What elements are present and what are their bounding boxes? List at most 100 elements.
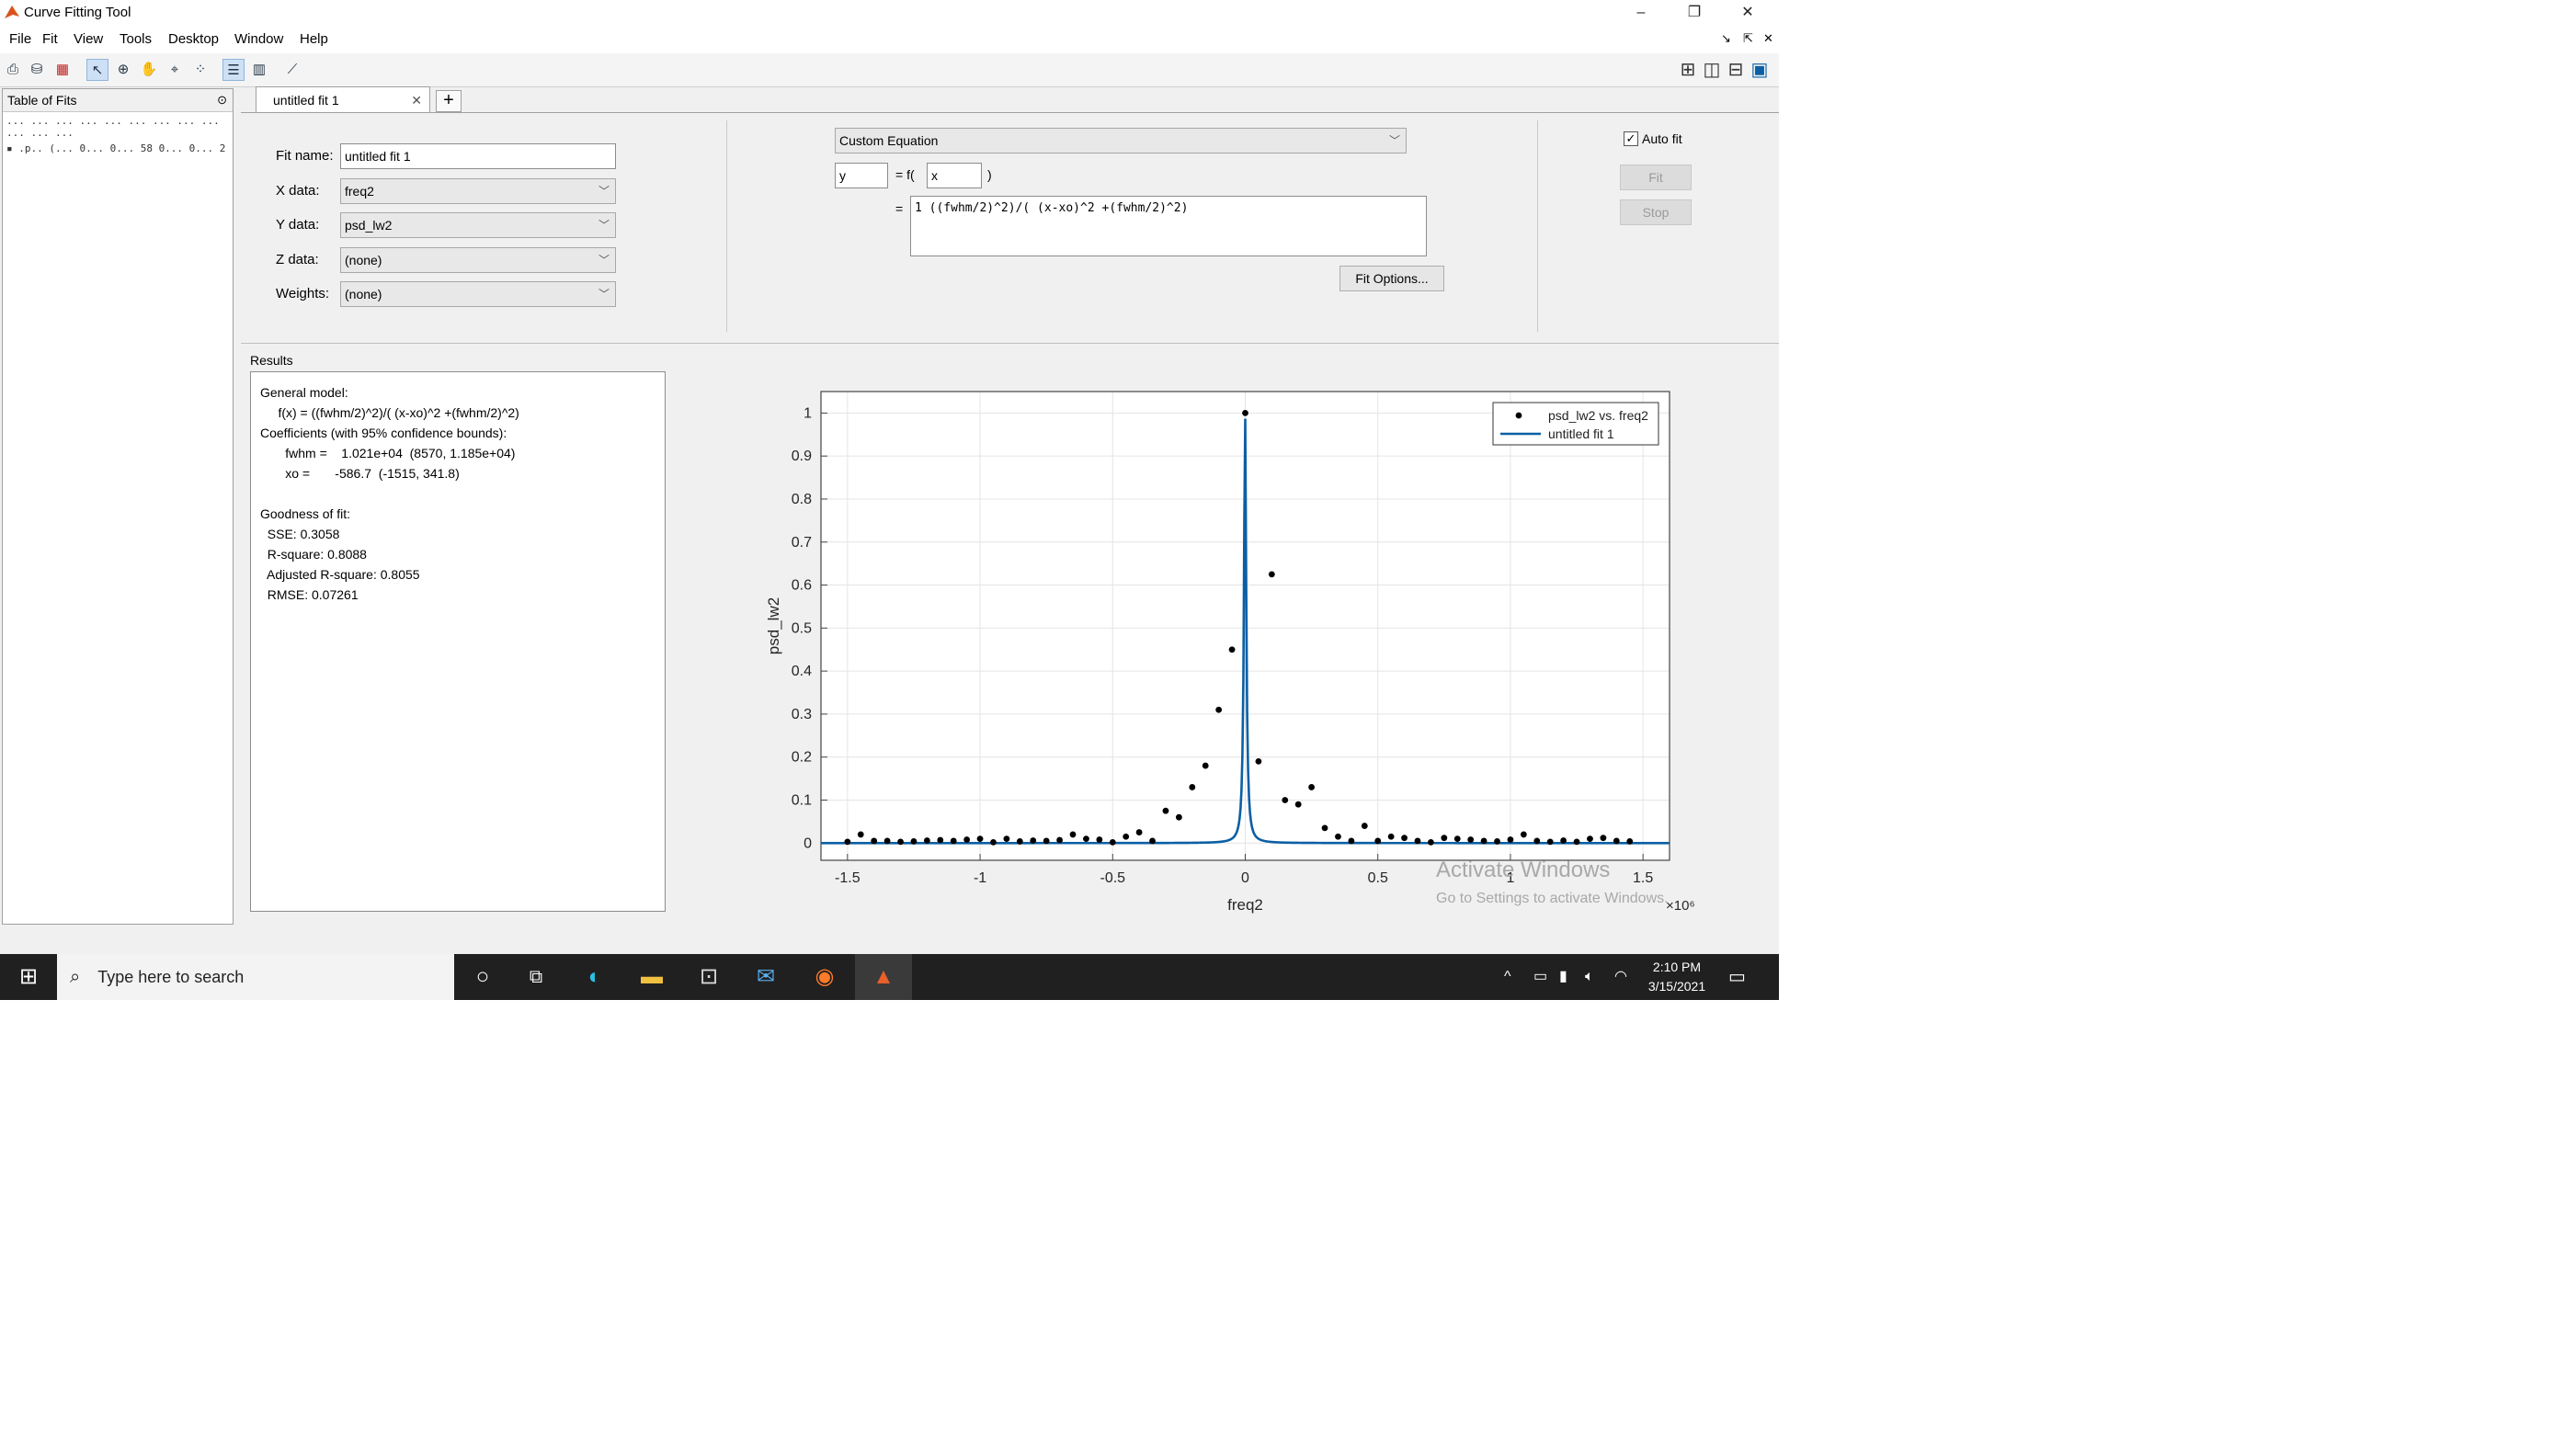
x-data-value: freq2 <box>345 184 374 199</box>
data-point <box>1348 837 1355 845</box>
auto-fit-checkbox[interactable]: ✓ <box>1624 131 1638 146</box>
chevron-down-icon: ﹀ <box>598 254 610 267</box>
data-point <box>1321 824 1328 832</box>
data-tip-icon[interactable]: ⌖ <box>164 59 186 81</box>
independent-variable-input[interactable]: x <box>927 163 982 188</box>
matlab-logo-icon <box>5 6 19 18</box>
layout-grid-icon[interactable]: ⊞ <box>1677 59 1699 81</box>
results-line: f(x) = ((fwhm/2)^2)/( (x-xo)^2 +(fwhm/2)… <box>260 405 519 420</box>
chevron-down-icon: ﹀ <box>598 288 610 301</box>
layout-single-icon[interactable]: ▣ <box>1749 59 1771 81</box>
data-cursor-icon[interactable]: ↖ <box>86 59 108 81</box>
dependent-variable-input[interactable]: y <box>835 163 888 188</box>
device-icon[interactable]: ▭ <box>1533 954 1547 1000</box>
grid-toggle-icon[interactable]: ▥ <box>248 59 270 81</box>
menu-window[interactable]: Window <box>234 31 283 47</box>
data-point <box>1587 835 1593 843</box>
cortana-icon[interactable]: ○ <box>454 954 511 1000</box>
task-view-icon[interactable]: ⧉ <box>507 954 564 1000</box>
x-data-select[interactable]: freq2 ﹀ <box>340 178 616 204</box>
data-point <box>883 837 891 845</box>
close-tab-icon[interactable]: ✕ <box>411 87 422 113</box>
data-point <box>1428 838 1434 846</box>
stop-button[interactable]: Stop <box>1620 199 1692 225</box>
store-icon[interactable]: ⊡ <box>680 954 737 1000</box>
panel-menu-icon[interactable]: ⊙ <box>217 89 227 111</box>
edge-icon[interactable]: ◐ <box>566 954 623 1000</box>
exclude-outliers-icon[interactable]: ⁘ <box>189 59 211 81</box>
data-point <box>1441 835 1448 842</box>
y-tick-label: 0.5 <box>792 620 812 636</box>
data-point <box>1043 837 1050 845</box>
x-tick-label: -1 <box>974 870 986 886</box>
menu-desktop[interactable]: Desktop <box>168 31 219 47</box>
data-point <box>1123 833 1130 840</box>
menu-help[interactable]: Help <box>300 31 328 47</box>
data-point <box>990 838 997 846</box>
layout-rows-icon[interactable]: ⊟ <box>1725 59 1747 81</box>
data-point <box>1109 838 1116 846</box>
fit-type-select[interactable]: Custom Equation ﹀ <box>835 128 1407 153</box>
legend-toggle-icon[interactable]: ☰ <box>222 59 245 81</box>
fit-definition-panel: Fit name: untitled fit 1 X data: freq2 ﹀ … <box>241 112 1779 344</box>
window-title: Curve Fitting Tool <box>24 5 131 20</box>
watermark-subtitle: Go to Settings to activate Windows. <box>1436 891 1669 906</box>
fit-options-button[interactable]: Fit Options... <box>1339 266 1444 291</box>
data-point <box>1546 838 1554 846</box>
menu-tools[interactable]: Tools <box>120 31 152 47</box>
data-icon[interactable]: ⛁ <box>26 59 48 81</box>
y-tick-label: 0.4 <box>792 664 812 679</box>
wifi-icon[interactable]: ◠ <box>1614 954 1627 1000</box>
fit-plot-chart[interactable]: -1.5 -1 -0.5 0 0.5 1 1.5 0 0.1 0.2 0.3 0.4 0.5 0.6 0.7… <box>678 344 1779 925</box>
dock-icon[interactable]: ⇱ <box>1743 31 1753 46</box>
z-data-select[interactable]: (none) ﹀ <box>340 247 616 273</box>
data-point <box>1361 823 1368 829</box>
print-icon[interactable]: ⎙ <box>2 59 24 81</box>
close-button[interactable]: ✕ <box>1725 0 1771 26</box>
y-tick-label: 0.7 <box>792 535 812 551</box>
data-point <box>923 837 930 844</box>
menu-file[interactable]: File <box>9 31 31 47</box>
fit-button[interactable]: Fit <box>1620 165 1692 190</box>
file-explorer-icon[interactable]: ▬ <box>623 954 680 1000</box>
equation-close-paren: ) <box>987 167 992 182</box>
menu-view[interactable]: View <box>74 31 103 47</box>
fit-name-input[interactable]: untitled fit 1 <box>340 143 616 169</box>
zoom-in-icon[interactable]: ⊕ <box>112 59 134 81</box>
table-of-fits-row[interactable]: ▪ .p.. (... 0... 0... 58 0... 0... 2 <box>6 142 225 154</box>
battery-icon[interactable]: ▮ <box>1559 954 1567 1000</box>
show-hidden-icons-icon[interactable]: ^ <box>1504 954 1511 1000</box>
y-tick-label: 0 <box>804 835 812 851</box>
equation-input[interactable]: 1 ((fwhm/2)^2)/( (x-xo)^2 +(fwhm/2)^2) <box>910 196 1427 256</box>
y-data-select[interactable]: psd_lw2 ﹀ <box>340 212 616 238</box>
mail-icon[interactable]: ✉ <box>737 954 794 1000</box>
matlab-taskbar-icon[interactable]: ▲ <box>855 954 912 1000</box>
taskbar-clock[interactable]: 2:10 PM 3/15/2021 <box>1642 958 1712 996</box>
x-axis-exponent: ×10⁶ <box>1666 898 1695 914</box>
data-point <box>1255 757 1262 765</box>
undock-icon[interactable]: ↘ <box>1721 31 1731 46</box>
menu-fit[interactable]: Fit <box>42 31 58 47</box>
restore-button[interactable]: ❐ <box>1671 0 1717 26</box>
data-point <box>1600 835 1607 842</box>
tab-untitled-fit-1[interactable]: untitled fit 1 ✕ <box>256 86 430 112</box>
colormap-icon[interactable]: ▦ <box>51 59 74 81</box>
add-tab-button[interactable]: + <box>436 90 462 112</box>
results-line: fwhm = 1.021e+04 (8570, 1.185e+04) <box>260 446 516 460</box>
firefox-icon[interactable]: ◉ <box>796 954 853 1000</box>
windows-start-icon[interactable]: ⊞ <box>0 954 57 1000</box>
pan-icon[interactable]: ✋ <box>138 59 160 81</box>
layout-columns-icon[interactable]: ◫ <box>1701 59 1723 81</box>
close-document-icon[interactable]: ✕ <box>1763 31 1773 46</box>
data-point <box>1294 801 1302 808</box>
volume-icon[interactable]: 🔈︎ <box>1585 954 1594 1000</box>
y-tick-label: 0.9 <box>792 449 812 464</box>
taskbar-search[interactable]: ⌕ Type here to search <box>57 954 454 1000</box>
data-point <box>910 838 918 845</box>
minimize-button[interactable]: – <box>1618 0 1664 26</box>
notifications-icon[interactable]: ▭ <box>1728 954 1746 1000</box>
y-axis-label: psd_lw2 <box>765 597 782 654</box>
weights-select[interactable]: (none) ﹀ <box>340 281 616 307</box>
status-bar <box>0 925 1779 954</box>
axes-limits-icon[interactable]: ⟋ <box>281 59 303 81</box>
